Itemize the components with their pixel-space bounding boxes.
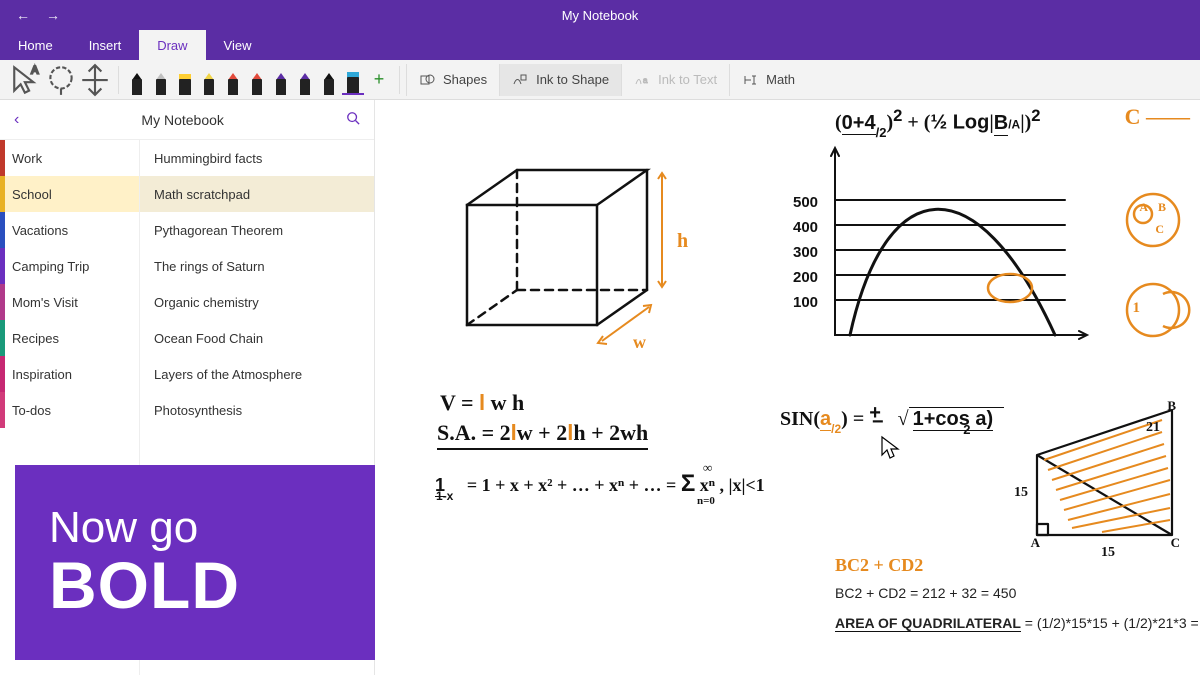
menu-home[interactable]: Home <box>0 30 71 60</box>
sidebar-back-icon[interactable]: ‹ <box>14 111 19 129</box>
promo-banner: Now go BOLD <box>15 465 375 660</box>
ink-volume: V = l w h <box>440 390 524 416</box>
section-vacations[interactable]: Vacations <box>0 212 139 248</box>
sidebar-title: My Notebook <box>141 112 223 128</box>
ink-tri-b: B <box>1167 398 1176 414</box>
ink-to-text-button: a Ink to Text <box>621 64 729 96</box>
ink-tri-c: C <box>1171 535 1180 551</box>
separator <box>118 66 119 94</box>
ink-venn-c: C <box>1155 222 1164 237</box>
menu-draw[interactable]: Draw <box>139 30 205 60</box>
separator <box>399 66 400 94</box>
section-mom-s-visit[interactable]: Mom's Visit <box>0 284 139 320</box>
pen-7[interactable] <box>294 65 316 95</box>
section-to-dos[interactable]: To-dos <box>0 392 139 428</box>
pen-3[interactable] <box>198 65 220 95</box>
ink-sin: SIN(a/2) = +− √1+cos a)2 <box>780 408 1004 431</box>
ink-triangle <box>1022 400 1192 550</box>
section-recipes[interactable]: Recipes <box>0 320 139 356</box>
section-work[interactable]: Work <box>0 140 139 176</box>
pen-8[interactable] <box>318 65 340 95</box>
ribbon-draw: A + Shapes Ink to Shape a Ink to Text Ma… <box>0 60 1200 100</box>
ink-tri-15b: 15 <box>1101 545 1115 561</box>
ink-venn-1: 1 <box>1133 300 1141 317</box>
ink-label-w: w <box>633 332 646 353</box>
menu-insert[interactable]: Insert <box>71 30 140 60</box>
ink-surface-area: S.A. = 2lw + 2lh + 2wh <box>437 420 648 450</box>
section-camping-trip[interactable]: Camping Trip <box>0 248 139 284</box>
pen-gallery <box>125 65 365 95</box>
banner-line-1: Now go <box>49 503 375 553</box>
ink-annotation-c: C ―― <box>1125 104 1190 130</box>
forward-arrow-icon[interactable]: → <box>46 7 60 23</box>
pen-5[interactable] <box>246 65 268 95</box>
window-title: My Notebook <box>562 8 639 23</box>
ink-cube <box>437 155 677 360</box>
page-photosynthesis[interactable]: Photosynthesis <box>140 392 374 428</box>
back-arrow-icon[interactable]: ← <box>16 7 30 23</box>
ink-series-sup: ∞ <box>703 460 712 476</box>
menu-view[interactable]: View <box>206 30 270 60</box>
svg-text:a: a <box>643 76 648 85</box>
menu-bar: Home Insert Draw View <box>0 30 1200 60</box>
ink-label-h: h <box>677 230 688 253</box>
ink-tri-a: A <box>1031 535 1040 551</box>
title-bar: ← → My Notebook <box>0 0 1200 30</box>
lasso-tool-icon[interactable] <box>44 63 78 97</box>
note-canvas[interactable]: (0+4/2)2 + (½ Log|B/A|)2 C ―― h w <box>375 100 1200 675</box>
select-tool-icon[interactable]: A <box>10 63 44 97</box>
ink-to-text-label: Ink to Text <box>658 72 717 87</box>
pen-2[interactable] <box>174 65 196 95</box>
shapes-button[interactable]: Shapes <box>406 64 499 96</box>
ink-to-shape-label: Ink to Shape <box>536 72 609 87</box>
section-inspiration[interactable]: Inspiration <box>0 356 139 392</box>
page-pythagorean-theorem[interactable]: Pythagorean Theorem <box>140 212 374 248</box>
page-math-scratchpad[interactable]: Math scratchpad <box>140 176 374 212</box>
section-school[interactable]: School <box>0 176 139 212</box>
ink-venn <box>1105 190 1200 390</box>
search-icon[interactable] <box>346 111 360 129</box>
mouse-cursor-icon <box>880 435 902 461</box>
ink-formula-top: (0+4/2)2 + (½ Log|B/A|)2 <box>835 106 1041 136</box>
ink-graph <box>795 140 1095 355</box>
pen-6[interactable] <box>270 65 292 95</box>
shapes-label: Shapes <box>443 72 487 87</box>
ink-tri-21: 21 <box>1146 420 1160 436</box>
ink-to-shape-button[interactable]: Ink to Shape <box>499 64 621 96</box>
ink-venn-a: A <box>1139 200 1148 215</box>
add-pen-button[interactable]: + <box>365 66 393 94</box>
svg-text:A: A <box>31 64 39 76</box>
ink-venn-b: B <box>1158 200 1166 215</box>
math-button[interactable]: Math <box>729 64 807 96</box>
page-layers-of-the-atmosphere[interactable]: Layers of the Atmosphere <box>140 356 374 392</box>
ink-tri-15a: 15 <box>1014 485 1028 501</box>
text-area-quad: AREA OF QUADRILATERAL = (1/2)*15*15 + (1… <box>835 615 1199 632</box>
ink-series: 11-x = 1 + x + x² + … + xⁿ + … = Σ xⁿ , … <box>435 470 765 498</box>
pen-4[interactable] <box>222 65 244 95</box>
text-bc-equation: BC2 + CD2 = 212 + 32 = 450 <box>835 585 1016 601</box>
page-the-rings-of-saturn[interactable]: The rings of Saturn <box>140 248 374 284</box>
pan-tool-icon[interactable] <box>78 63 112 97</box>
page-ocean-food-chain[interactable]: Ocean Food Chain <box>140 320 374 356</box>
ink-bc-cd: BC2 + CD2 <box>835 555 923 576</box>
page-hummingbird-facts[interactable]: Hummingbird facts <box>140 140 374 176</box>
pen-0[interactable] <box>126 65 148 95</box>
math-label: Math <box>766 72 795 87</box>
pen-9[interactable] <box>342 65 364 95</box>
page-organic-chemistry[interactable]: Organic chemistry <box>140 284 374 320</box>
banner-line-2: BOLD <box>49 547 375 623</box>
pen-1[interactable] <box>150 65 172 95</box>
ink-series-sub: n=0 <box>697 495 715 507</box>
ink-graph-yaxis: 500400300200100 <box>793 190 818 315</box>
